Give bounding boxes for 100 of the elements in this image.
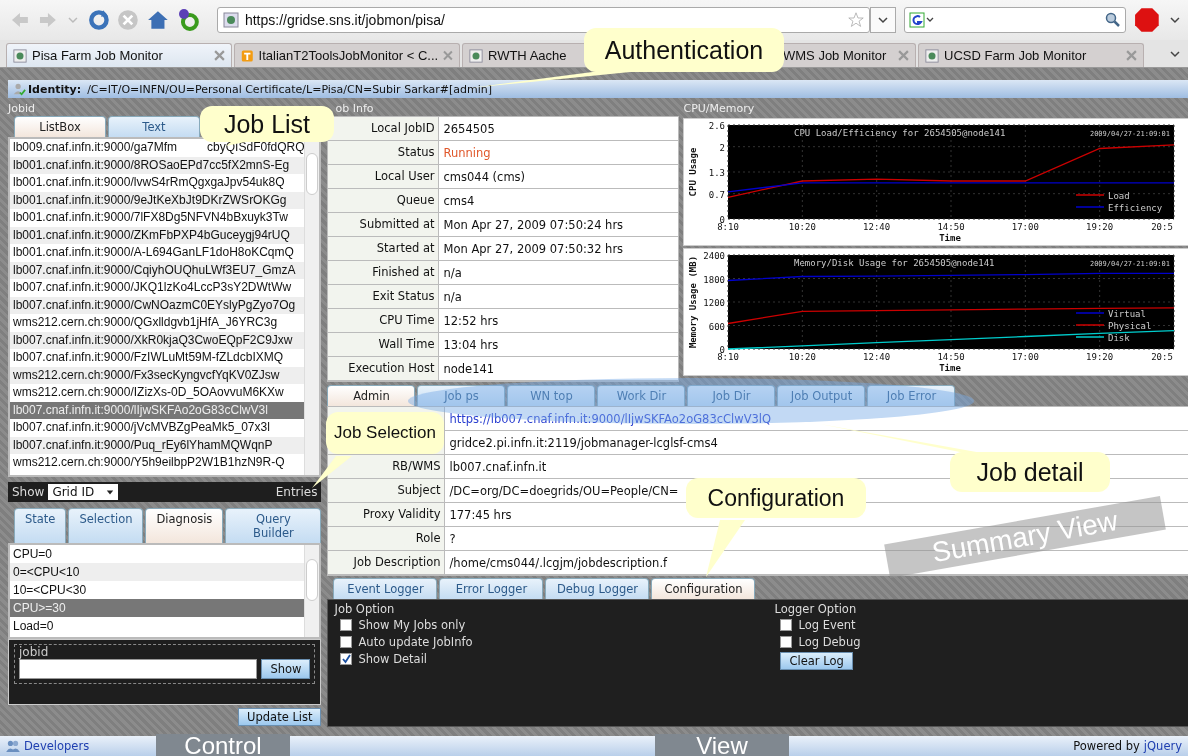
search-icon[interactable] (1105, 12, 1122, 28)
field-label: Submitted at (328, 213, 440, 236)
job-list-item[interactable]: lb007.cnaf.infn.it:9000/CqiyhOUQhuLWf3EU7_GmzA (10, 261, 305, 279)
filter-item[interactable]: Load=0 (10, 617, 305, 635)
search-engine-icon[interactable] (908, 12, 935, 28)
search-field[interactable] (903, 7, 1127, 33)
tab[interactable]: State (14, 508, 67, 543)
close-icon[interactable] (898, 50, 909, 61)
job-list-item[interactable]: lb007.cnaf.infn.it:9000/JKQ1lzKo4LccP3sY2DWtWw (10, 279, 305, 297)
tab[interactable]: Event Logger (333, 578, 438, 599)
tab[interactable]: Query Builder (225, 508, 322, 543)
section-title: Jobid (8, 102, 35, 116)
callout-tail (312, 456, 352, 488)
field-label: Exit Status (328, 285, 440, 308)
job-list-item[interactable]: lb001.cnaf.infn.it:9000/ZKmFbPXP4bGuceygj94rUQ (10, 226, 305, 244)
scrollbar[interactable] (304, 545, 320, 637)
legend-label: Disk (1108, 333, 1131, 343)
axis-tick-label: 19:20 (1086, 352, 1114, 362)
checkbox-label: Show My Jobs only (358, 617, 466, 632)
clear-log-button[interactable]: Clear Log (780, 652, 853, 670)
field-value: Mon Apr 27, 2009 07:50:32 hrs (442, 241, 624, 256)
checkbox[interactable] (340, 652, 353, 665)
checkbox[interactable] (340, 618, 353, 631)
close-icon[interactable] (443, 50, 453, 61)
job-list-item[interactable]: lb001.cnaf.infn.it:9000/7lFX8Dg5NFVN4bBxuyk3Tw (10, 209, 305, 227)
job-list-item[interactable]: lb001.cnaf.infn.it:9000/A-L694GanLF1doH8oKCqmQ (10, 244, 305, 262)
jquery-link[interactable]: jQuery (1143, 739, 1182, 753)
field-label: Role (328, 527, 446, 550)
tab[interactable]: Debug Logger (545, 578, 650, 599)
tab[interactable]: Admin (327, 385, 416, 406)
back-icon[interactable] (10, 10, 30, 30)
job-list-item[interactable]: lb007.cnaf.infn.it:9000/CwNOazmC0EYslyPgZyo7Og (10, 296, 305, 314)
close-icon[interactable] (1126, 50, 1137, 61)
job-list-item[interactable]: wms212.cern.ch:9000/Fx3secKyngvcfYqKV0ZJsw (10, 366, 305, 384)
home-icon[interactable] (147, 9, 170, 31)
url-dropdown[interactable] (870, 7, 896, 33)
tab[interactable]: Configuration (651, 578, 756, 599)
addon-icon[interactable] (177, 8, 201, 32)
tab[interactable]: Selection (68, 508, 144, 543)
axis-label: CPU Usage (688, 147, 699, 197)
scrollbar[interactable] (304, 139, 320, 475)
job-list-item[interactable]: lb001.cnaf.infn.it:9000/lvwS4rRmQgxgaJpv54uk8Q (10, 174, 305, 192)
url-field[interactable]: https://gridse.sns.it/jobmon/pisa/ (216, 7, 871, 33)
field-label: Subject (328, 479, 446, 502)
page-icon (222, 12, 239, 28)
caret-icon[interactable] (1170, 15, 1180, 25)
checkbox[interactable] (340, 635, 353, 648)
field-label: Wall Time (328, 333, 440, 356)
entries-label: Entries (275, 485, 318, 499)
field-label: Job Description (328, 551, 446, 574)
axis-tick-label: 14:50 (937, 352, 966, 362)
browser-tab[interactable]: ItalianT2ToolsJobMonitor < C... (234, 43, 460, 67)
option-group-title: Logger Option (774, 602, 857, 616)
callout-tooltip: Job List (200, 106, 334, 142)
job-list-item[interactable]: lb007.cnaf.infn.it:9000/jVcMVBZgPeaMk5_07x3l (10, 419, 305, 437)
close-icon[interactable] (214, 50, 225, 61)
job-list-item[interactable]: lb001.cnaf.infn.it:9000/9eJtKeXbJt9DKrZWSrOKGg (10, 191, 305, 209)
caret-icon[interactable] (1170, 49, 1180, 59)
job-list-item[interactable]: wms212.cern.ch:9000/IZizXs-0D_5OAovvuM6KXw (10, 384, 305, 402)
update-list-button[interactable]: Update List (238, 708, 322, 726)
tab[interactable]: Error Logger (439, 578, 544, 599)
checkbox[interactable] (780, 618, 793, 631)
identity-label: Identity: (28, 82, 82, 96)
tab[interactable]: Diagnosis (145, 508, 224, 543)
axis-tick-label: 8:10 (717, 352, 740, 362)
axis-tick-label: 1800 (703, 274, 726, 285)
filter-item[interactable]: 0=<CPU<10 (10, 563, 305, 581)
job-list-item[interactable]: lb007.cnaf.infn.it:9000/lIjwSKFAo2oG83cClwV3l (10, 401, 305, 419)
jobid-input[interactable] (19, 659, 258, 679)
job-list-item[interactable]: wms212.cern.ch:9000/QGxlldgvb1jHfA_J6YRC3g (10, 314, 305, 332)
job-list-item[interactable]: wms212.cern.ch:9000/Y5h9eilbpP2W1B1hzN9R-Q (10, 454, 305, 472)
job-list-item[interactable]: lb009.cnaf.infn.it:9000/ga7Mfm cbyQISdF0fdQRQ (10, 139, 305, 157)
filter-item[interactable]: CPU=0 (10, 545, 305, 563)
job-list-item[interactable]: lb007.cnaf.infn.it:9000/FzIWLuMt59M-fZLdcbIXMQ (10, 349, 305, 367)
axis-label: Time (939, 363, 962, 373)
developers-link[interactable]: Developers (24, 739, 90, 753)
filter-item[interactable]: CPU>=30 (10, 599, 305, 617)
star-icon[interactable] (848, 12, 865, 28)
tab[interactable]: Text (108, 116, 200, 137)
filter-item[interactable]: 10=<CPU<30 (10, 581, 305, 599)
section-title: ob Info (334, 102, 374, 116)
browser-tab[interactable]: UCSD Farm Job Monitor (918, 43, 1144, 67)
fieldset-legend: jobid (19, 645, 49, 659)
job-list-item[interactable]: lb001.cnaf.infn.it:9000/8ROSaoEPd7cc5fX2mnS-Eg (10, 156, 305, 174)
axis-tick-label: 2400 (703, 251, 726, 261)
callout-tooltip: Authentication (584, 28, 784, 72)
job-list-item[interactable]: lb007.cnaf.infn.it:9000/XkR0kjaQ3CwoEQpF2C9Jxw (10, 331, 305, 349)
checkbox[interactable] (780, 635, 793, 648)
job-list-item[interactable]: lb007.cnaf.infn.it:9000/Puq_rEy6lYhamMQWqnP (10, 436, 305, 454)
axis-tick-label: 12:40 (863, 222, 891, 232)
chart-title: CPU Load/Efficiency for 2654505@node141 (794, 128, 1006, 138)
tab[interactable]: ListBox (14, 116, 106, 137)
checkbox-label: Auto update JobInfo (358, 634, 473, 649)
reload-icon[interactable] (87, 9, 110, 31)
stop-icon[interactable] (117, 9, 140, 31)
stop-sign-icon[interactable] (1134, 7, 1161, 33)
grid-id-select[interactable]: Grid ID (48, 484, 119, 500)
show-button[interactable]: Show (261, 659, 311, 679)
axis-tick-label: 14:50 (937, 222, 966, 232)
browser-tab[interactable]: Pisa Farm Job Monitor (6, 43, 232, 67)
